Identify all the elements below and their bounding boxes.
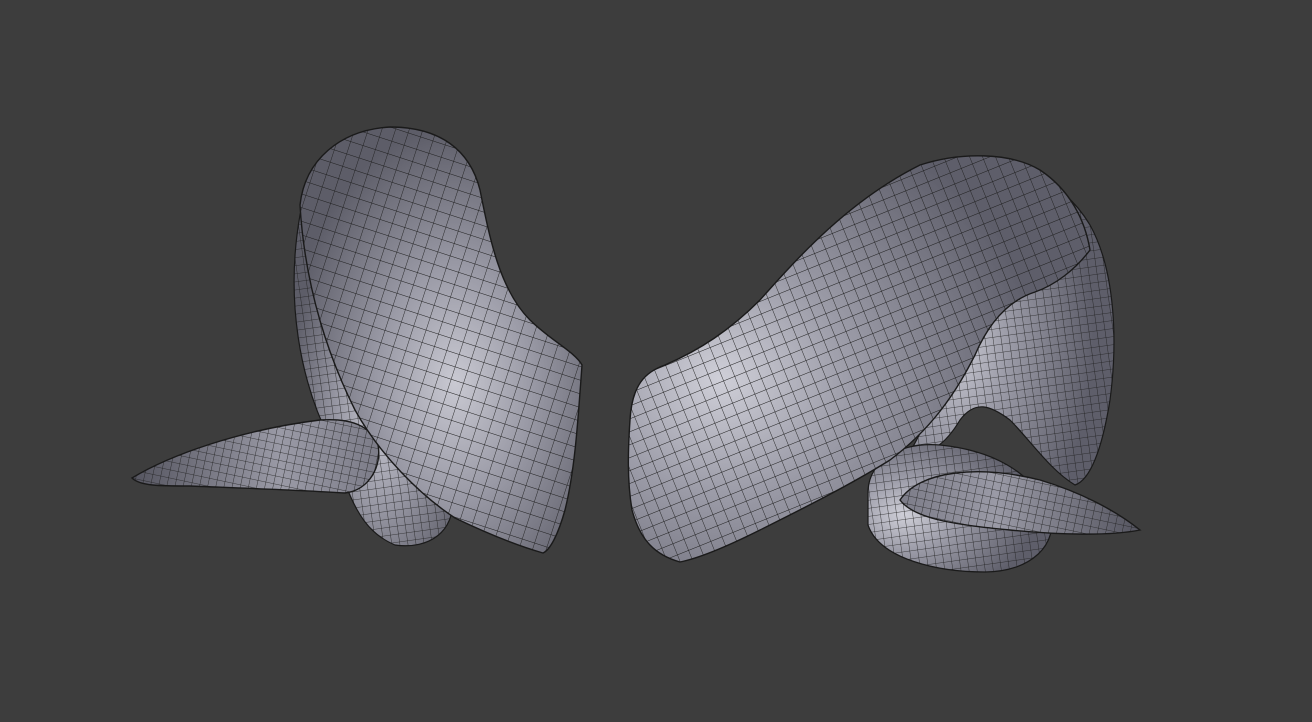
horn-left-mesh[interactable] — [130, 126, 583, 554]
3d-viewport[interactable] — [0, 0, 1312, 722]
viewport-canvas[interactable] — [0, 0, 1312, 722]
horn-right-mesh[interactable] — [627, 155, 1142, 573]
